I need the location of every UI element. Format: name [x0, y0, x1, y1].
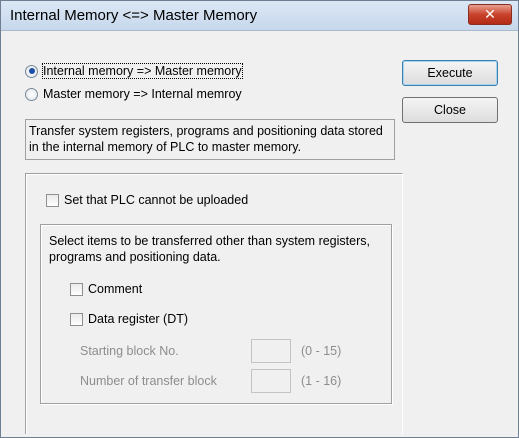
- radio-unselected-icon[interactable]: [25, 87, 38, 101]
- title-bar[interactable]: Internal Memory <=> Master Memory ✕: [1, 1, 518, 31]
- description-box: Transfer system registers, programs and …: [25, 119, 395, 160]
- starting-block-input[interactable]: [251, 339, 291, 363]
- upload-lock-label: Set that PLC cannot be uploaded: [64, 193, 249, 207]
- execute-button-label: Execute: [427, 66, 473, 80]
- transfer-blocks-input[interactable]: [251, 369, 291, 393]
- radio-selected-icon[interactable]: [25, 64, 38, 78]
- upload-lock-checkbox[interactable]: [46, 193, 59, 207]
- description-text: Transfer system registers, programs and …: [29, 124, 383, 154]
- comment-label: Comment: [88, 282, 143, 296]
- transfer-items-instruction: Select items to be transferred other tha…: [49, 234, 370, 264]
- dialog-window: Internal Memory <=> Master Memory ✕ Inte…: [0, 0, 519, 438]
- execute-button[interactable]: Execute: [402, 60, 498, 86]
- close-button[interactable]: Close: [402, 97, 498, 123]
- data-register-checkbox[interactable]: [70, 312, 83, 326]
- starting-block-range: (0 - 15): [301, 344, 342, 358]
- radio-master-to-internal[interactable]: Master memory => Internal memroy: [25, 85, 242, 103]
- comment-checkbox[interactable]: [70, 282, 83, 296]
- starting-block-label: Starting block No.: [80, 344, 179, 358]
- close-button-label: Close: [434, 103, 466, 117]
- radio-label-internal-to-master: Internal memory => Master memory: [42, 63, 243, 79]
- data-register-label: Data register (DT): [88, 312, 189, 326]
- window-title: Internal Memory <=> Master Memory: [10, 7, 258, 24]
- comment-checkbox-row[interactable]: Comment: [70, 280, 142, 298]
- radio-label-master-to-internal: Master memory => Internal memroy: [43, 87, 242, 101]
- upload-lock-checkbox-row[interactable]: Set that PLC cannot be uploaded: [46, 191, 248, 209]
- close-icon[interactable]: ✕: [468, 4, 512, 25]
- transfer-blocks-range: (1 - 16): [301, 374, 342, 388]
- transfer-blocks-label: Number of transfer block: [80, 374, 217, 388]
- radio-internal-to-master[interactable]: Internal memory => Master memory: [25, 62, 243, 80]
- data-register-checkbox-row[interactable]: Data register (DT): [70, 310, 188, 328]
